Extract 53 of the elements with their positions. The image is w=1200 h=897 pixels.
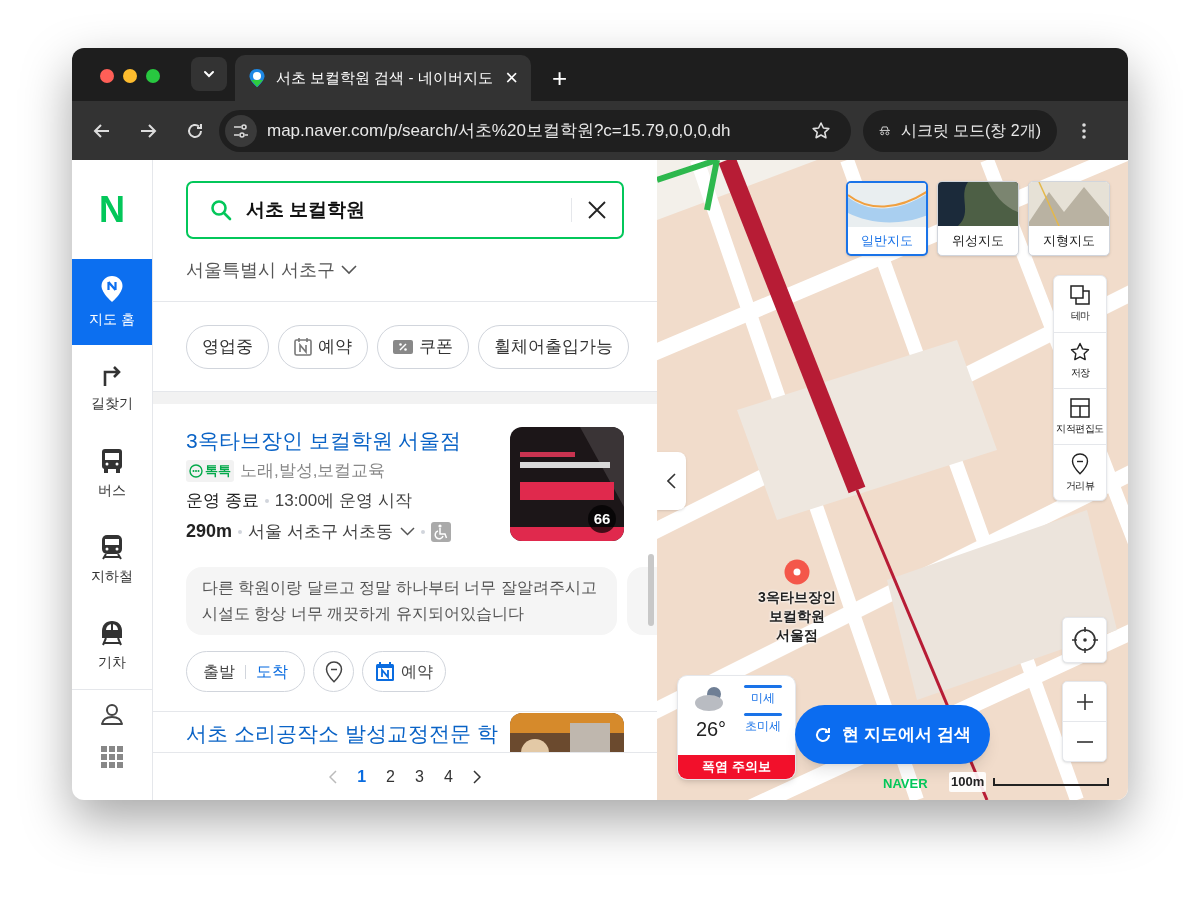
next-page-icon[interactable] <box>472 769 481 784</box>
chevron-down-icon <box>341 265 357 275</box>
train-icon <box>100 619 124 646</box>
page-link[interactable]: 1 <box>357 764 367 789</box>
minimize-window-button[interactable] <box>123 69 137 83</box>
map-pin-favicon-icon <box>248 68 266 88</box>
start-button[interactable]: 출발 <box>203 659 235 684</box>
arrive-button[interactable]: 도착 <box>256 659 288 684</box>
incognito-button[interactable]: 시크릿 모드(창 2개) <box>863 109 1057 152</box>
status-text: 운영 종료 <box>186 489 259 512</box>
calendar-icon <box>294 337 312 356</box>
tab-close-button[interactable]: × <box>505 67 518 89</box>
calendar-icon <box>375 661 395 682</box>
page-link[interactable]: 2 <box>386 764 395 789</box>
menu-icon[interactable] <box>1081 121 1087 140</box>
coupon-icon <box>393 338 413 355</box>
browser-tab[interactable]: 서초 보컬학원 검색 - 네이버지도 × <box>235 55 531 101</box>
bookmark-star-icon[interactable] <box>811 120 831 141</box>
apps-grid-icon[interactable] <box>101 746 123 768</box>
place-title-link[interactable]: 서초 소리공작소 발성교정전문 학 <box>186 720 498 748</box>
nav-item[interactable]: 기차 <box>72 603 152 689</box>
page-link[interactable]: 4 <box>443 764 453 789</box>
nav-item[interactable]: 버스 <box>72 431 152 517</box>
close-window-button[interactable] <box>100 69 114 83</box>
hours-text: 13:00에 운영 시작 <box>274 489 412 512</box>
maximize-window-button[interactable] <box>146 69 160 83</box>
nav-item[interactable]: 길찾기 <box>72 345 152 431</box>
place-title-link[interactable]: 3옥타브장인 보컬학원 서울점 <box>186 427 498 455</box>
search-field[interactable]: 서초 보컬학원 <box>186 181 624 239</box>
location-pin-icon <box>324 660 343 683</box>
chat-bubble-icon <box>189 464 203 478</box>
url-text: map.naver.com/p/search/서초%20보컬학원?c=15.79,0,0,0,dh <box>267 119 732 142</box>
clear-search-icon[interactable] <box>588 201 606 219</box>
category-text: 노래,발성,보컬교육 <box>240 460 386 483</box>
tab-title: 서초 보컬학원 검색 - 네이버지도 <box>276 67 494 88</box>
address-dropdown[interactable]: 서울 서초구 서초동 <box>248 518 415 545</box>
scrollbar-thumb[interactable] <box>648 554 654 626</box>
map-pin-icon <box>100 274 124 303</box>
review-snippet[interactable]: 다른 학원이랑 달르고 정말 하나부터 너무 잘알려주시고 시설도 항상 너무 깨끗하게 유지되어있습니다 <box>186 567 617 635</box>
chevron-down-icon <box>399 527 415 536</box>
nav-item[interactable]: 지하철 <box>72 517 152 603</box>
new-tab-button[interactable]: + <box>552 65 568 91</box>
site-info-icon[interactable] <box>225 114 257 147</box>
bus-icon <box>101 447 123 474</box>
page-link[interactable]: 3 <box>415 764 424 789</box>
address-bar[interactable]: map.naver.com/p/search/서초%20보컬학원?c=15.79,0,0,0,dh <box>219 109 851 152</box>
subway-train-icon <box>101 533 123 560</box>
region-dropdown[interactable]: 서울특별시 서초구 <box>186 256 357 284</box>
user-icon[interactable] <box>100 702 124 726</box>
tab-search-button[interactable] <box>191 57 227 91</box>
distance-text: 290m <box>186 520 233 543</box>
search-icon <box>210 199 232 221</box>
nav-item[interactable]: 지도 홈 <box>72 259 152 345</box>
